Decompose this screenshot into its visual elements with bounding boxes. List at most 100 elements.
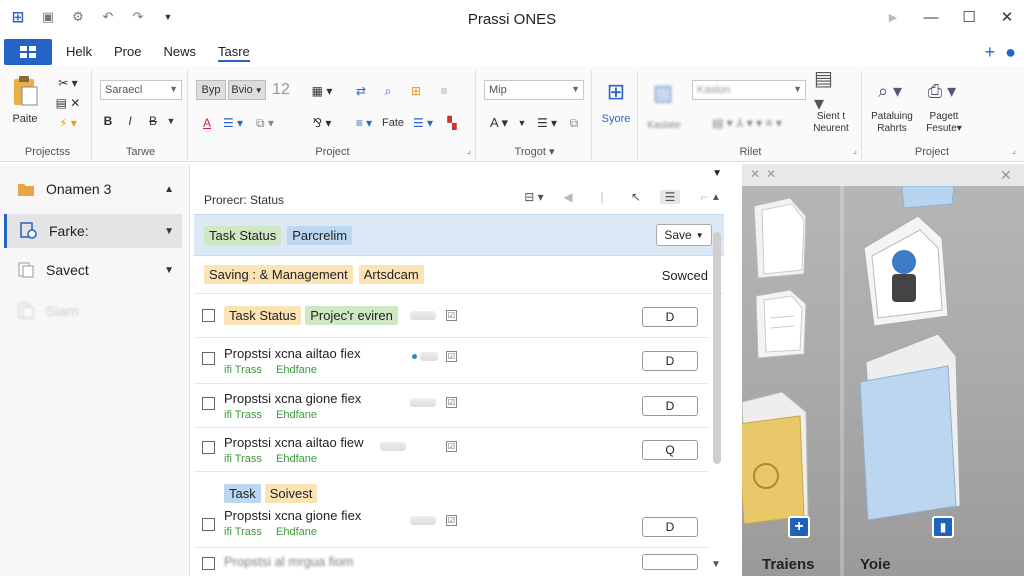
table-row[interactable]: Propstsi xcna gione fiex ifi Trass Ehdfa… bbox=[194, 502, 709, 548]
cut-icon[interactable]: ✂ ▾ bbox=[48, 74, 88, 92]
prev-icon[interactable]: ◀ bbox=[558, 190, 578, 204]
minimize-button[interactable]: — bbox=[922, 8, 940, 26]
symbol-icon[interactable]: ⅋ ▾ bbox=[306, 114, 338, 132]
file-menu-button[interactable] bbox=[4, 39, 52, 65]
section-tag[interactable]: Task bbox=[224, 484, 261, 503]
row-checkbox[interactable] bbox=[202, 557, 215, 570]
find-icon[interactable]: ⌕ bbox=[376, 80, 400, 102]
clear-format-icon[interactable]: ⧉ ▾ bbox=[248, 114, 282, 132]
row-check-icon[interactable]: ☑ bbox=[446, 397, 457, 408]
close-icon[interactable]: ✕ bbox=[766, 167, 776, 181]
row-checkbox[interactable] bbox=[202, 309, 215, 322]
style-select[interactable]: Mip ▼ bbox=[484, 80, 584, 100]
rilet-tools[interactable]: ▤ ▾ ⅄ ▾ ▾ ≡ ▾ bbox=[692, 114, 802, 132]
tab-proe[interactable]: Proe bbox=[114, 44, 141, 62]
kaslate-label[interactable]: Kaslate bbox=[644, 118, 684, 132]
layout-icon[interactable]: ⊞ bbox=[600, 76, 632, 108]
copy-icon[interactable]: ⧉ bbox=[564, 114, 584, 132]
row-check-icon[interactable]: ☑ bbox=[446, 441, 457, 452]
rilet-select[interactable]: Kaslon ▼ bbox=[692, 80, 806, 100]
close-icon[interactable]: ✕ bbox=[1000, 167, 1012, 184]
table-row[interactable]: Propstsi xcna gione fiex ifi Trass Ehdfa… bbox=[194, 384, 709, 428]
style-a-button[interactable]: Byp bbox=[196, 80, 226, 100]
add-to-folder-icon[interactable]: + bbox=[788, 516, 810, 538]
pin-icon[interactable]: ▮ bbox=[932, 516, 954, 538]
sidebar-item-farke[interactable]: Farke: ▼ bbox=[4, 214, 182, 248]
tab-news[interactable]: News bbox=[163, 44, 196, 62]
help-icon[interactable]: ● bbox=[1005, 42, 1016, 63]
print-icon[interactable]: ⎙ ▾ bbox=[922, 76, 962, 106]
scroll-down-icon[interactable]: ▼ bbox=[711, 559, 721, 570]
text-effect-icon[interactable]: A ▾ bbox=[484, 114, 514, 132]
chevron-down-icon[interactable]: ▼ bbox=[516, 114, 528, 132]
chevron-down-icon[interactable]: ▼ bbox=[712, 168, 722, 179]
list-icon[interactable]: ☰ ▾ bbox=[220, 114, 246, 132]
table-row[interactable]: Propstsi xcna ailtao fiew ifi Trass Ehdf… bbox=[194, 428, 709, 472]
row-action-button[interactable]: D bbox=[642, 517, 698, 537]
bold-button[interactable]: B bbox=[100, 112, 116, 130]
font-name-select[interactable]: Saraecl ▼ bbox=[100, 80, 182, 100]
row-check-icon[interactable]: ☑ bbox=[446, 310, 457, 321]
fate-button[interactable]: Fate bbox=[378, 114, 408, 132]
row-check-icon[interactable]: ☑ bbox=[446, 351, 457, 362]
row-action-button[interactable]: Q bbox=[642, 440, 698, 460]
dialog-launcher-icon[interactable]: ⌟ bbox=[467, 145, 471, 156]
row-action-button[interactable]: D bbox=[642, 396, 698, 416]
close-button[interactable]: ✕ bbox=[998, 8, 1016, 26]
row-checkbox[interactable] bbox=[202, 397, 215, 410]
copy-icon[interactable]: ▤ ✕ bbox=[48, 94, 88, 112]
pointer-icon[interactable]: ↖ bbox=[626, 190, 646, 204]
row-tag[interactable]: Projec'r eviren bbox=[305, 306, 398, 325]
insert-icon[interactable]: ⊞ bbox=[404, 80, 428, 102]
row-tag[interactable]: Task Status bbox=[224, 306, 302, 325]
style-b-button[interactable]: Bvio ▼ bbox=[228, 80, 266, 100]
category-tag[interactable]: Artsdcam bbox=[358, 265, 424, 284]
font-size-value[interactable]: 12 bbox=[270, 80, 292, 100]
arrows-icon[interactable]: ⇄ bbox=[350, 80, 372, 102]
italic-button[interactable]: I bbox=[122, 112, 138, 130]
play-icon[interactable]: ▶ bbox=[884, 8, 902, 26]
chevron-down-icon[interactable]: ▼ bbox=[164, 112, 178, 130]
list-numbered-icon[interactable]: ≡ bbox=[432, 80, 456, 102]
outline-icon[interactable]: ☰ ▾ bbox=[410, 114, 436, 132]
table-row[interactable]: Propstsi xcna ailtao fiex ifi Trass Ehdf… bbox=[194, 338, 709, 384]
align-icon[interactable]: ≡ ▾ bbox=[350, 114, 378, 132]
chevron-down-icon[interactable]: ▼ bbox=[164, 265, 174, 276]
syore-label[interactable]: Syore bbox=[594, 112, 638, 126]
table-row[interactable]: Task Status Projec'r eviren ☑ D bbox=[194, 294, 709, 338]
category-tag[interactable]: Saving : & Management bbox=[204, 265, 353, 284]
maximize-button[interactable]: ☐ bbox=[960, 8, 978, 26]
picture-icon[interactable]: ▨ bbox=[648, 78, 678, 108]
shape-icon[interactable]: ▚ bbox=[440, 114, 464, 132]
sidebar-item-onamen[interactable]: Onamen 3 ▲ bbox=[4, 172, 182, 206]
table-row[interactable]: Propstsi al mrgua fiom bbox=[194, 548, 709, 576]
row-action-button[interactable] bbox=[642, 554, 698, 570]
save-button[interactable]: Save ▼ bbox=[656, 224, 712, 246]
document-icon[interactable]: ▤ ▾ bbox=[814, 68, 846, 115]
row-action-button[interactable]: D bbox=[642, 351, 698, 371]
scroll-thumb[interactable] bbox=[713, 232, 721, 464]
close-icon[interactable]: ✕ bbox=[750, 167, 760, 181]
row-checkbox[interactable] bbox=[202, 441, 215, 454]
section-tag[interactable]: Soivest bbox=[264, 484, 318, 503]
tab-tasre[interactable]: Tasre bbox=[218, 44, 250, 62]
sidebar-item-siarn[interactable]: Siarn bbox=[4, 294, 182, 328]
row-checkbox[interactable] bbox=[202, 518, 215, 531]
analyze-icon[interactable]: ⌕ ▾ bbox=[870, 76, 910, 106]
row-action-button[interactable]: D bbox=[642, 307, 698, 327]
vertical-scrollbar[interactable]: ▲ ▼ bbox=[710, 190, 724, 576]
dialog-launcher-icon[interactable]: ⌟ bbox=[853, 145, 857, 156]
status-tag[interactable]: Parcrelim bbox=[287, 225, 353, 245]
status-tag[interactable]: Task Status bbox=[204, 225, 282, 245]
font-color-icon[interactable]: A bbox=[196, 114, 218, 132]
chevron-down-icon[interactable]: ▼ bbox=[164, 226, 174, 237]
paste-button[interactable] bbox=[10, 74, 40, 108]
row-check-icon[interactable]: ☑ bbox=[446, 515, 457, 526]
dialog-launcher-icon[interactable]: ⌟ bbox=[1012, 145, 1016, 156]
row-checkbox[interactable] bbox=[202, 352, 215, 365]
view-icon[interactable]: ⊟ ▾ bbox=[524, 190, 544, 204]
tab-helk[interactable]: Helk bbox=[66, 44, 92, 62]
chevron-up-icon[interactable]: ▲ bbox=[164, 184, 174, 195]
add-icon[interactable]: + bbox=[985, 42, 996, 63]
strikethrough-button[interactable]: B bbox=[144, 112, 162, 130]
